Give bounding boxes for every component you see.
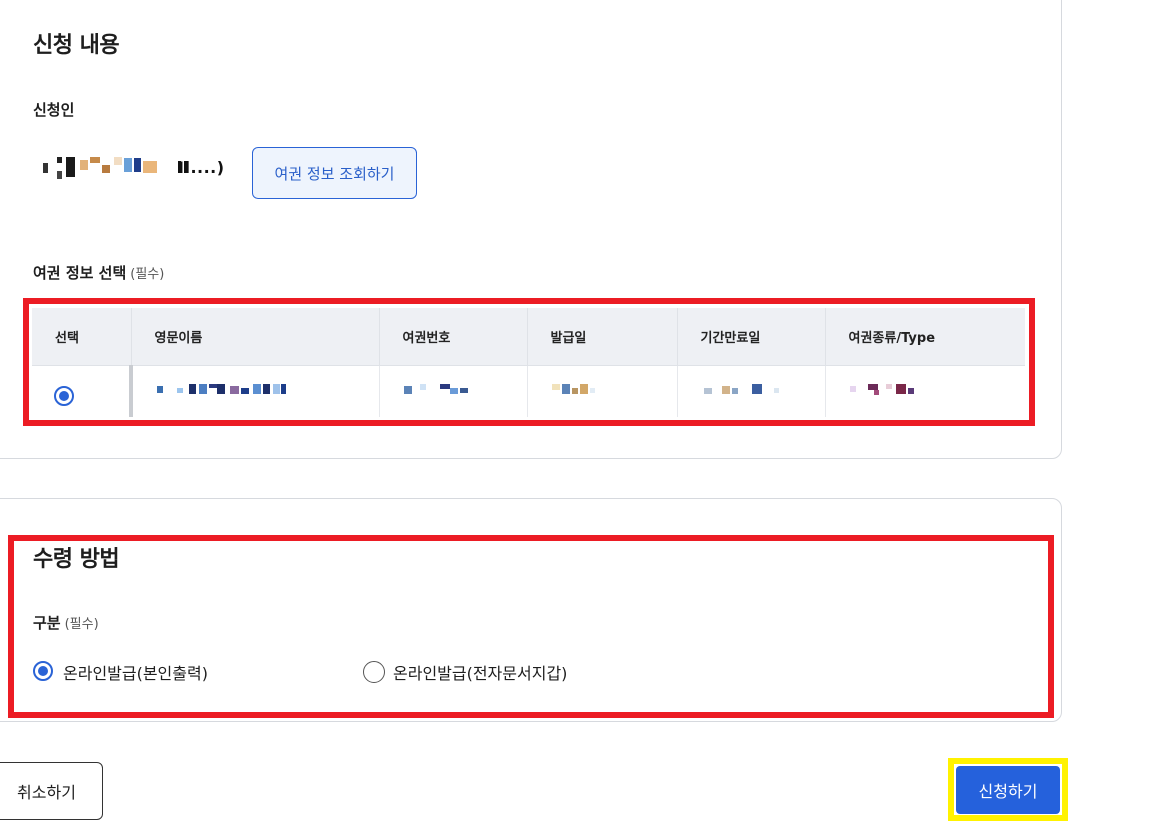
applicant-label: 신청인 [33,101,75,119]
receipt-option-self-print-label[interactable]: 온라인발급(본인출력) [63,660,208,684]
receipt-category-heading: 구분 (필수) [33,612,99,633]
expiry-date-cell-redacted [676,365,825,417]
receipt-option-e-wallet-radio[interactable] [363,661,385,683]
row-select-cell [32,365,131,417]
passport-table-header-row: 선택 영문이름 여권번호 발급일 기간만료일 여권종류/Type [32,308,1025,366]
row-select-radio[interactable] [54,385,74,406]
receipt-category-label: 구분 [33,614,61,632]
cancel-button[interactable]: 취소하기 [0,762,103,820]
col-header-expiry-date: 기간만료일 [676,308,825,366]
passport-type-cell-redacted [824,365,1025,417]
col-header-passport-number: 여권번호 [378,308,527,366]
issue-date-cell-redacted [526,365,677,417]
submit-button[interactable]: 신청하기 [956,766,1060,814]
passport-select-label: 여권 정보 선택 [33,264,127,282]
passport-number-cell-redacted [378,365,527,417]
passport-lookup-button[interactable]: 여권 정보 조회하기 [252,147,417,199]
english-name-cell-redacted [129,365,379,417]
col-header-passport-type: 여권종류/Type [824,308,1025,366]
receipt-option-e-wallet-label[interactable]: 온라인발급(전자문서지갑) [393,660,567,684]
table-row[interactable] [32,365,1025,417]
col-header-english-name: 영문이름 [130,308,379,366]
receipt-section-title: 수령 방법 [33,547,120,572]
receipt-option-self-print-radio[interactable] [33,661,53,681]
applicant-name-suffix: Il....) [178,158,225,177]
col-header-select: 선택 [32,308,131,366]
applicant-name-redacted: Il....) [40,155,235,179]
required-hint: (필수) [64,617,99,632]
receipt-method-card [0,498,1062,722]
passport-select-heading: 여권 정보 선택 (필수) [33,262,164,283]
col-header-issue-date: 발급일 [526,308,677,366]
application-section-title: 신청 내용 [33,33,120,58]
passport-table: 선택 영문이름 여권번호 발급일 기간만료일 여권종류/Type [32,308,1025,417]
required-hint: (필수) [130,267,165,282]
